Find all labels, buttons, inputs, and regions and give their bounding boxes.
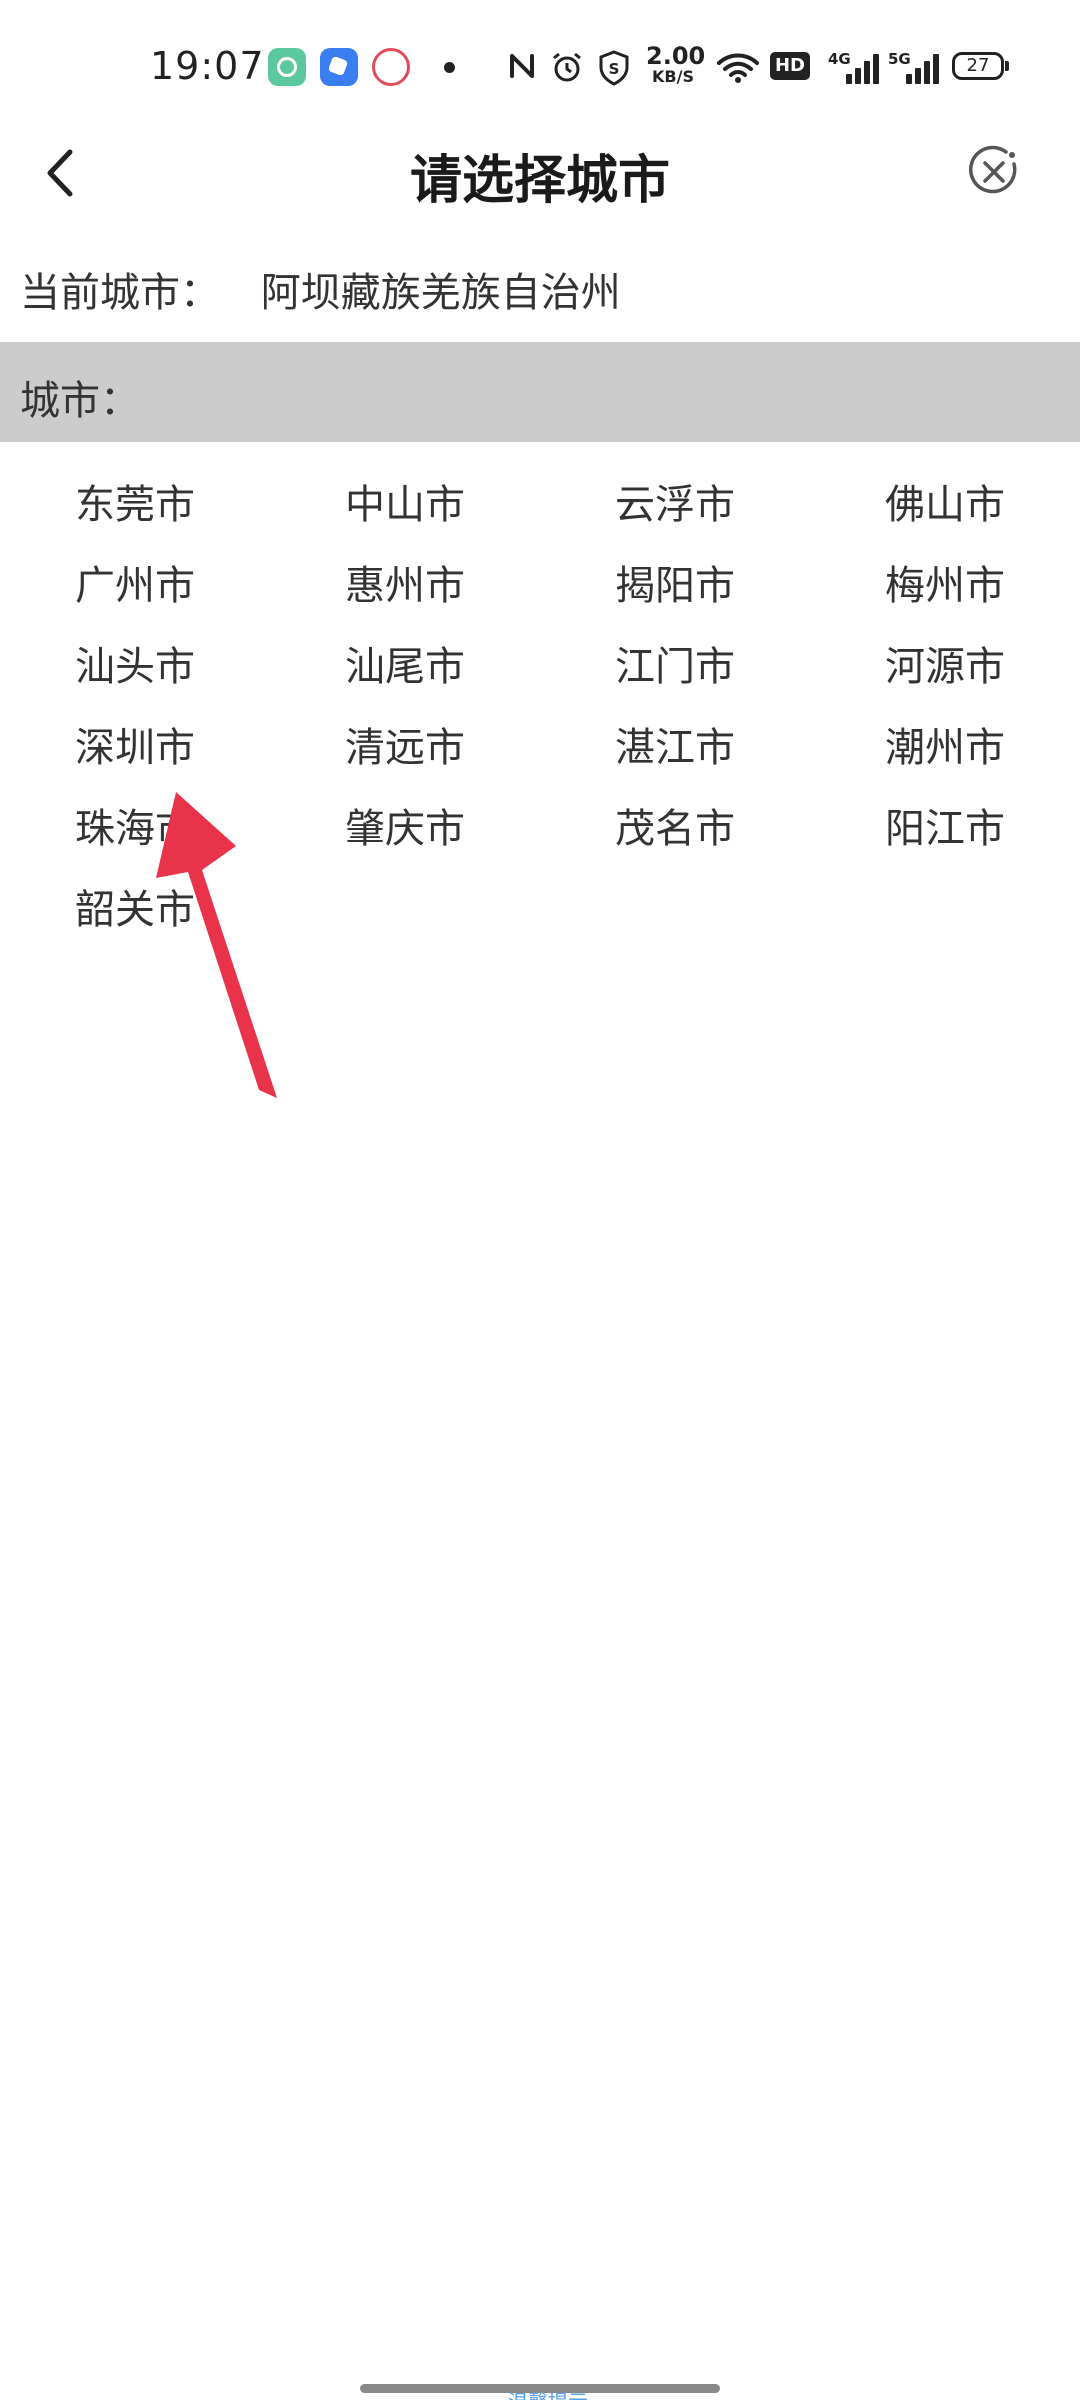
back-button[interactable] <box>30 138 100 208</box>
city-section-header: 城市： <box>0 342 1080 442</box>
city-item[interactable]: 汕头市 <box>75 634 195 692</box>
city-item[interactable]: 佛山市 <box>885 472 1005 530</box>
city-item[interactable]: 梅州市 <box>885 553 1005 611</box>
city-section-label: 城市： <box>20 378 140 424</box>
city-item[interactable]: 茂名市 <box>615 796 735 854</box>
page-title: 请选择城市 <box>409 151 670 211</box>
status-bar: 19:07 S 2.00 KB/S HD 4G 5G 27 <box>0 0 1080 120</box>
city-item[interactable]: 中山市 <box>345 472 465 530</box>
city-item[interactable]: 广州市 <box>75 553 195 611</box>
close-button[interactable] <box>966 144 1022 200</box>
current-city-label: 当前城市： <box>20 270 220 316</box>
signal-sim1-icon: 4G <box>828 50 879 84</box>
network-speed-unit: KB/S <box>652 67 694 86</box>
city-item[interactable]: 汕尾市 <box>345 634 465 692</box>
city-item[interactable]: 清远市 <box>345 715 465 773</box>
alarm-icon <box>553 52 581 82</box>
city-item[interactable]: 惠州市 <box>345 553 465 611</box>
city-item[interactable]: 阳江市 <box>885 796 1005 854</box>
city-item[interactable]: 湛江市 <box>615 715 735 773</box>
more-notifications-dot-icon <box>444 62 455 73</box>
signal-sim1-label: 4G <box>828 50 851 68</box>
status-time: 19:07 <box>150 44 265 88</box>
battery-icon: 27 <box>952 52 1009 80</box>
city-item[interactable]: 韶关市 <box>75 877 195 935</box>
nfc-icon <box>510 54 534 78</box>
city-item[interactable]: 东莞市 <box>75 472 195 530</box>
city-item[interactable]: 河源市 <box>885 634 1005 692</box>
city-item[interactable]: 肇庆市 <box>345 796 465 854</box>
app-notification-icon <box>372 48 410 86</box>
close-circle-icon <box>968 145 1017 194</box>
city-item[interactable]: 潮州市 <box>885 715 1005 773</box>
svg-text:S: S <box>609 60 620 78</box>
city-item[interactable]: 揭阳市 <box>615 553 735 611</box>
signal-sim2-icon: 5G <box>888 50 939 84</box>
city-item[interactable]: 云浮市 <box>615 472 735 530</box>
hd-voice-icon: HD <box>770 52 810 80</box>
city-picker-screen: 19:07 S 2.00 KB/S HD 4G 5G 27 请选择城市 当前城市… <box>0 0 1080 2400</box>
current-city-row: 当前城市： 阿坝藏族羌族自治州 <box>20 260 621 318</box>
app-notification-icon <box>320 48 358 86</box>
network-speed: 2.00 KB/S <box>646 42 706 86</box>
network-speed-value: 2.00 <box>646 42 706 70</box>
wifi-icon <box>717 53 759 83</box>
signal-sim2-label: 5G <box>888 50 911 68</box>
city-item[interactable]: 深圳市 <box>75 715 195 773</box>
city-item[interactable]: 珠海市 <box>75 796 195 854</box>
bottom-hint-text: 温馨提示 <box>508 2386 588 2400</box>
header-bar: 请选择城市 <box>0 120 1080 220</box>
chevron-left-icon <box>47 149 73 197</box>
app-notification-icon <box>268 48 306 86</box>
city-item[interactable]: 江门市 <box>615 634 735 692</box>
current-city-value: 阿坝藏族羌族自治州 <box>260 270 621 316</box>
shield-icon: S <box>599 50 629 86</box>
